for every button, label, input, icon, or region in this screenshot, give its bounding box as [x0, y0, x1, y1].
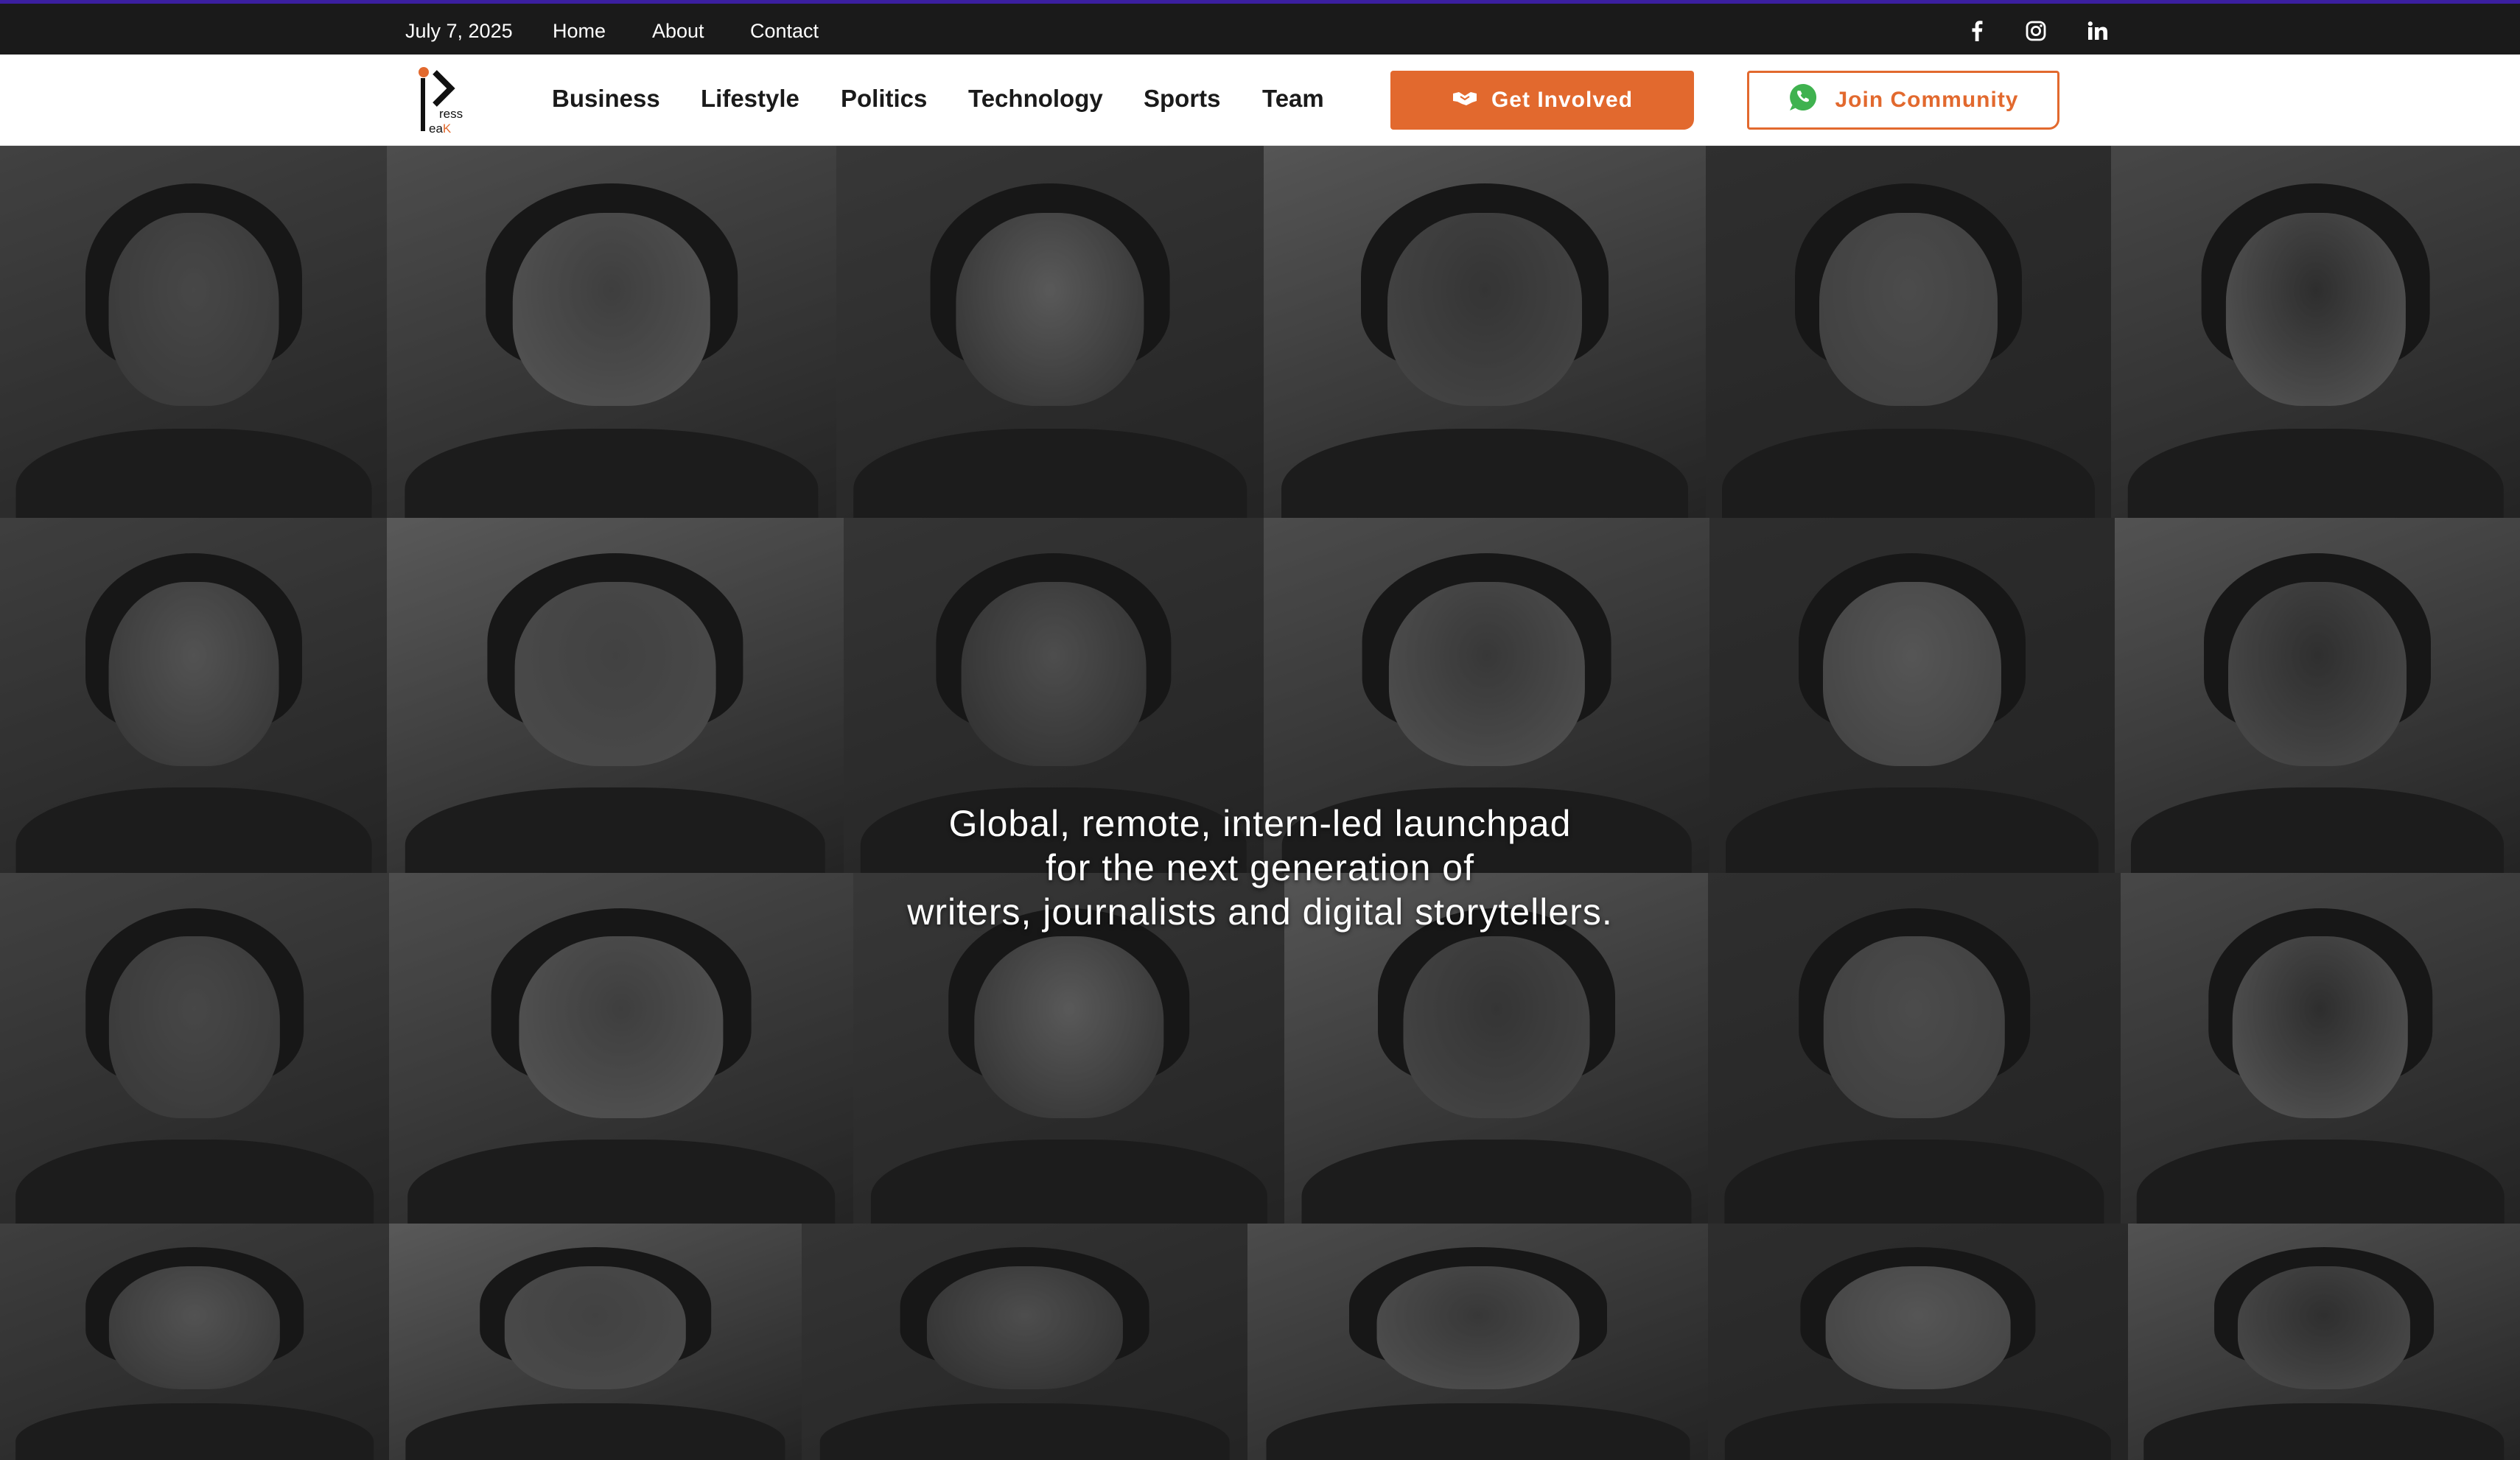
tagline-line-1: Global, remote, intern-led launchpad: [948, 803, 1572, 844]
tagline-line-2: for the next generation of: [1046, 847, 1474, 888]
get-involved-button[interactable]: Get Involved: [1390, 71, 1694, 130]
join-community-label: Join Community: [1835, 88, 2019, 112]
linkedin-icon[interactable]: [2085, 18, 2110, 43]
main-navbar: ress eaK Business Lifestyle Politics Tec…: [0, 55, 2520, 146]
svg-text:eaK: eaK: [429, 122, 452, 136]
join-community-button[interactable]: Join Community: [1747, 71, 2059, 130]
nav-politics[interactable]: Politics: [841, 85, 927, 113]
top-link-home[interactable]: Home: [553, 20, 606, 43]
tagline-line-3: writers, journalists and digital storyte…: [907, 891, 1613, 933]
nav-team[interactable]: Team: [1262, 85, 1324, 113]
instagram-icon[interactable]: [2023, 18, 2048, 43]
top-link-contact[interactable]: Contact: [750, 20, 819, 43]
site-logo[interactable]: ress eaK: [413, 65, 472, 136]
top-bar: July 7, 2025 Home About Contact: [0, 0, 2520, 55]
current-date: July 7, 2025: [405, 20, 513, 42]
top-link-about[interactable]: About: [652, 20, 704, 43]
nav-sports[interactable]: Sports: [1144, 85, 1221, 113]
svg-text:ress: ress: [439, 107, 463, 121]
hero-tagline: Global, remote, intern-led launchpad for…: [744, 801, 1776, 934]
get-involved-label: Get Involved: [1491, 88, 1634, 112]
nav-technology[interactable]: Technology: [968, 85, 1103, 113]
facebook-icon[interactable]: [1964, 18, 1989, 43]
nav-business[interactable]: Business: [552, 85, 660, 113]
nav-lifestyle[interactable]: Lifestyle: [701, 85, 799, 113]
whatsapp-icon: [1788, 82, 1819, 119]
hero-photo-mosaic: Global, remote, intern-led launchpad for…: [0, 146, 2520, 1460]
handshake-icon: [1452, 88, 1478, 113]
